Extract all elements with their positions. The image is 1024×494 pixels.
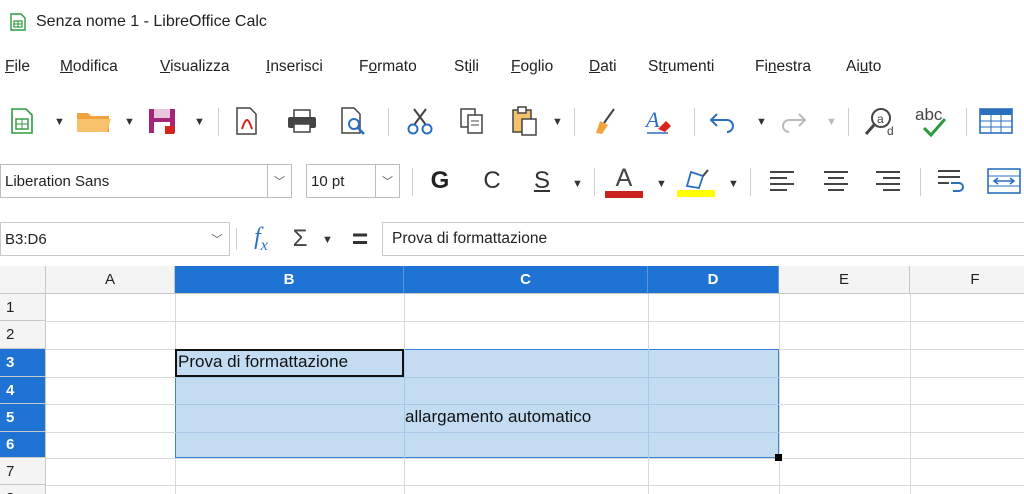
menu-file[interactable]: File: [5, 58, 30, 76]
calc-app-icon: [10, 13, 26, 31]
clone-formatting-icon[interactable]: [588, 106, 624, 136]
formula-equals-icon[interactable]: =: [346, 223, 374, 254]
highlight-swatch: [677, 189, 715, 197]
name-box[interactable]: B3:D6 ﹀: [0, 222, 230, 256]
formatting-toolbar: Liberation Sans ﹀ 10 pt ﹀ G C S ▼ A ▼ ▼: [0, 158, 1024, 206]
export-pdf-icon[interactable]: [232, 106, 262, 136]
undo-icon[interactable]: [704, 106, 740, 136]
title-bar: Senza nome 1 - LibreOffice Calc: [0, 0, 1024, 44]
save-dropdown-icon[interactable]: ▼: [194, 116, 205, 128]
font-color-swatch: [605, 190, 643, 198]
formula-input-value: Prova di formattazione: [392, 230, 548, 247]
column-header-c[interactable]: C: [404, 266, 648, 294]
standard-toolbar: ▼ ▼ ▼ ▼ A ▼ ▼ ad abc: [0, 98, 1024, 144]
menu-aiuto[interactable]: Aiuto: [846, 58, 881, 76]
save-icon[interactable]: [144, 106, 180, 136]
cell-b3[interactable]: Prova di formattazione: [178, 352, 348, 372]
svg-text:abc: abc: [915, 105, 943, 124]
highlight-dropdown-icon[interactable]: ▼: [728, 178, 739, 190]
print-icon[interactable]: [284, 106, 320, 136]
highlight-button[interactable]: [676, 162, 716, 200]
font-color-button[interactable]: A: [604, 162, 644, 200]
svg-text:d: d: [887, 124, 894, 136]
row-header-6[interactable]: 6: [0, 432, 46, 458]
menu-visualizza[interactable]: Visualizza: [160, 58, 230, 76]
sum-icon[interactable]: Σ: [286, 224, 314, 254]
open-folder-icon[interactable]: [74, 106, 114, 136]
new-spreadsheet-icon[interactable]: [8, 106, 36, 136]
chevron-down-icon[interactable]: ﹀: [375, 165, 399, 197]
bold-button[interactable]: G: [422, 166, 458, 196]
menu-stili[interactable]: Stili: [454, 58, 479, 76]
font-size-box[interactable]: 10 pt ﹀: [306, 164, 400, 198]
cut-icon[interactable]: [402, 106, 438, 136]
formula-bar: B3:D6 ﹀ fx Σ ▼ = Prova di formattazione: [0, 220, 1024, 258]
spreadsheet-grid: A B C D E F 1 2 3 4 5 6 7 8 Prova di for…: [0, 266, 1024, 494]
font-name-box[interactable]: Liberation Sans ﹀: [0, 164, 292, 198]
cell-c5[interactable]: allargamento automatico: [405, 407, 591, 427]
column-header-d[interactable]: D: [648, 266, 779, 294]
print-preview-icon[interactable]: [336, 106, 370, 136]
font-name-value: Liberation Sans: [5, 172, 110, 190]
column-header-e[interactable]: E: [779, 266, 910, 294]
align-left-icon[interactable]: [760, 166, 804, 196]
new-dropdown-icon[interactable]: ▼: [54, 116, 65, 128]
sum-dropdown-icon[interactable]: ▼: [322, 234, 333, 246]
menu-dati[interactable]: Dati: [589, 58, 617, 76]
menu-bar: File Modifica Visualizza Inserisci Forma…: [0, 54, 1024, 82]
clear-formatting-icon[interactable]: A: [640, 106, 676, 136]
chevron-down-icon[interactable]: ﹀: [205, 223, 229, 255]
column-header-a[interactable]: A: [46, 266, 175, 294]
open-dropdown-icon[interactable]: ▼: [124, 116, 135, 128]
align-right-icon[interactable]: [866, 166, 910, 196]
paste-icon[interactable]: [506, 106, 542, 136]
row-column-icon[interactable]: [976, 106, 1016, 136]
name-box-value: B3:D6: [5, 230, 47, 248]
align-center-icon[interactable]: [814, 166, 858, 196]
formula-input[interactable]: Prova di formattazione: [382, 222, 1024, 256]
window-title: Senza nome 1 - LibreOffice Calc: [36, 13, 267, 30]
wrap-text-icon[interactable]: [930, 166, 970, 196]
function-wizard-icon[interactable]: fx: [246, 224, 276, 254]
merge-center-icon[interactable]: [984, 166, 1024, 196]
spelling-icon[interactable]: abc: [912, 104, 956, 138]
row-header-8[interactable]: 8: [0, 485, 46, 494]
menu-formato[interactable]: Formato: [359, 58, 417, 76]
menu-finestra[interactable]: Finestra: [755, 58, 811, 76]
find-replace-icon[interactable]: ad: [860, 106, 900, 136]
chevron-down-icon[interactable]: ﹀: [267, 165, 291, 197]
font-size-value: 10 pt: [311, 172, 345, 190]
redo-icon[interactable]: [776, 106, 812, 136]
fill-handle[interactable]: [775, 454, 782, 461]
paste-dropdown-icon[interactable]: ▼: [552, 116, 563, 128]
column-header-b[interactable]: B: [175, 266, 404, 294]
row-header-5[interactable]: 5: [0, 404, 46, 432]
menu-inserisci[interactable]: Inserisci: [266, 58, 323, 76]
row-header-4[interactable]: 4: [0, 377, 46, 404]
copy-icon[interactable]: [454, 106, 490, 136]
select-all-corner[interactable]: [0, 266, 46, 294]
row-header-1[interactable]: 1: [0, 294, 46, 321]
svg-text:A: A: [644, 107, 660, 132]
font-color-dropdown-icon[interactable]: ▼: [656, 178, 667, 190]
column-header-f[interactable]: F: [910, 266, 1024, 294]
svg-text:a: a: [877, 112, 884, 126]
row-header-3[interactable]: 3: [0, 349, 46, 377]
menu-strumenti[interactable]: Strumenti: [648, 58, 714, 76]
row-header-2[interactable]: 2: [0, 321, 46, 349]
undo-dropdown-icon[interactable]: ▼: [756, 116, 767, 128]
redo-dropdown-icon[interactable]: ▼: [826, 116, 837, 128]
menu-modifica[interactable]: Modifica: [60, 58, 118, 76]
italic-button[interactable]: C: [474, 166, 510, 196]
row-header-7[interactable]: 7: [0, 458, 46, 485]
underline-button[interactable]: S: [524, 166, 560, 196]
underline-dropdown-icon[interactable]: ▼: [572, 178, 583, 190]
menu-foglio[interactable]: Foglio: [511, 58, 553, 76]
